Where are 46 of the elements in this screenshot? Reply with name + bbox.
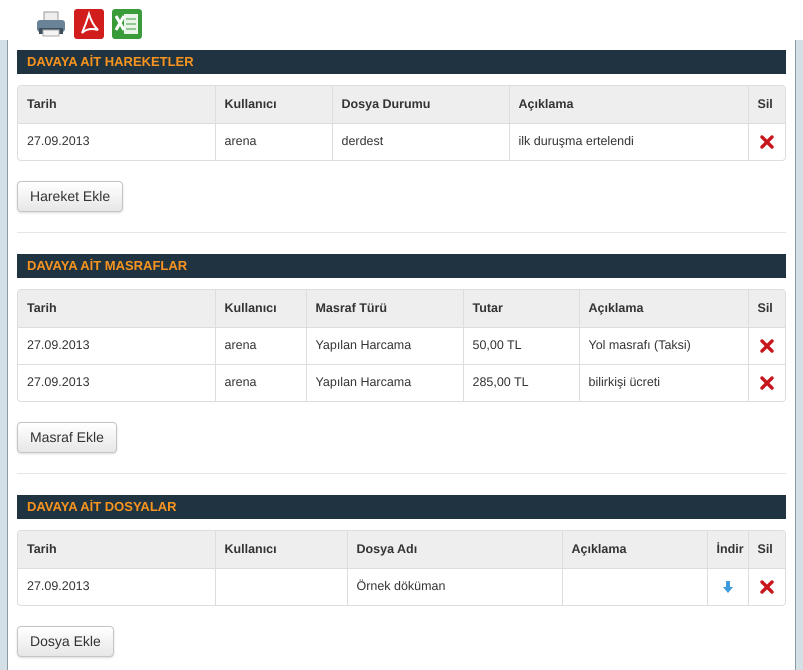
spreadsheet-icon[interactable]: [110, 8, 144, 40]
add-button[interactable]: Hareket Ekle: [17, 181, 124, 212]
column-header: Sil: [748, 531, 785, 568]
column-header: Sil: [748, 290, 785, 327]
column-header: Sil: [748, 86, 785, 123]
table-cell: 27.09.2013: [27, 579, 90, 594]
column-header: Dosya Adı: [347, 531, 562, 568]
column-header: Tarih: [18, 290, 215, 327]
table-cell: arena: [224, 134, 256, 148]
table-cell: arena: [224, 338, 256, 352]
table-cell: 27.09.2013: [27, 375, 90, 390]
table-cell: 50,00 TL: [472, 338, 522, 352]
column-header: Tarih: [18, 86, 215, 123]
table-cell: 285,00 TL: [472, 375, 529, 390]
column-header: Kullanıcı: [215, 290, 306, 327]
column-header: Açıklama: [579, 290, 748, 327]
table-cell: arena: [224, 375, 256, 390]
table-cell: Yol masrafı (Taksi): [588, 338, 691, 352]
column-header: Açıklama: [509, 86, 748, 123]
table-cell: 27.09.2013: [27, 338, 90, 352]
column-header: Kullanıcı: [215, 531, 347, 568]
pdf-icon[interactable]: [72, 8, 106, 40]
table-cell: bilirkişi ücreti: [588, 375, 660, 390]
section-header: DAVAYA AİT MASRAFLAR: [17, 254, 786, 278]
column-header: Tutar: [463, 290, 579, 327]
column-header: Dosya Durumu: [332, 86, 509, 123]
download-icon[interactable]: [720, 580, 734, 594]
column-header: Masraf Türü: [306, 290, 463, 327]
delete-icon[interactable]: [760, 376, 774, 390]
table-cell: Yapılan Harcama: [316, 338, 412, 352]
table-cell: Örnek döküman: [356, 579, 446, 594]
add-button[interactable]: Dosya Ekle: [17, 626, 114, 657]
table-cell: 27.09.2013: [27, 134, 90, 148]
column-header: Açıklama: [562, 531, 707, 568]
delete-icon[interactable]: [760, 134, 774, 149]
delete-icon[interactable]: [760, 580, 774, 594]
column-header: Tarih: [18, 531, 215, 568]
column-header: Kullanıcı: [215, 86, 332, 123]
add-button[interactable]: Masraf Ekle: [17, 422, 117, 453]
column-header: İndir: [707, 531, 748, 568]
table-cell: ilk duruşma ertelendi: [518, 134, 634, 148]
section-header: DAVAYA AİT DOSYALAR: [17, 495, 786, 519]
table-cell: derdest: [342, 134, 384, 148]
table-cell: Yapılan Harcama: [316, 375, 412, 390]
section-header: DAVAYA AİT HAREKETLER: [17, 50, 786, 74]
delete-icon[interactable]: [760, 338, 774, 352]
